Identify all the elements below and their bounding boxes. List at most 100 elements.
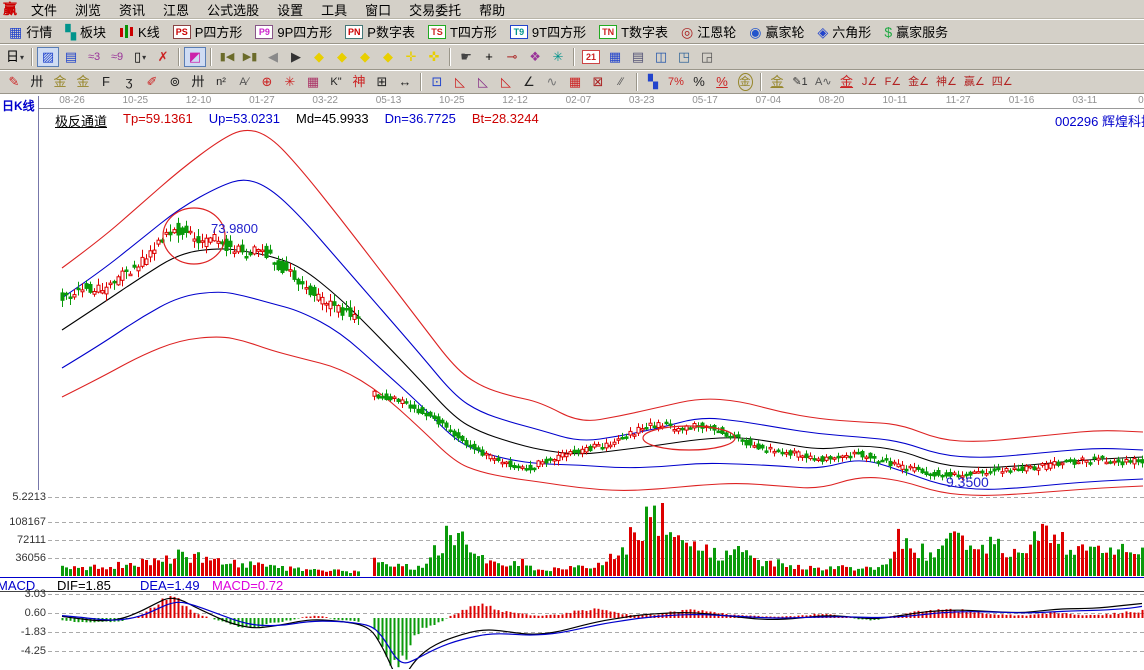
calendar-icon: 21	[582, 50, 600, 64]
menu-item-工具[interactable]: 工具	[312, 0, 356, 20]
toolbar-p9-square-button[interactable]: P99P四方形	[250, 22, 337, 42]
menu-item-文件[interactable]: 文件	[22, 0, 66, 20]
tool-remote-button[interactable]: ◲	[696, 47, 718, 67]
t-square-icon: TS	[428, 25, 446, 39]
tool-wave-3-button[interactable]: ≈3	[83, 47, 105, 67]
tool-wave-9-button[interactable]: ≈9	[106, 47, 128, 67]
tool-colored-kline-button[interactable]: ◩	[184, 47, 206, 67]
toolbar-kline-button[interactable]: K线	[114, 22, 165, 42]
draw-angle-a-button[interactable]: A∕	[233, 72, 255, 92]
menu-item-江恩[interactable]: 江恩	[154, 0, 198, 20]
menu-item-帮助[interactable]: 帮助	[470, 0, 514, 20]
toolbar-gann-wheel-button[interactable]: ◎江恩轮	[676, 22, 741, 42]
tool-zoom-out-x-button[interactable]: ◆	[354, 47, 376, 67]
tool-gann-tool-button[interactable]: ❖	[524, 47, 546, 67]
p-square-label: P四方形	[195, 22, 243, 41]
draw-stats-lines-button[interactable]: ▚	[642, 72, 664, 92]
draw-draw-pen-button[interactable]: ✎	[3, 72, 25, 92]
draw-gold-underline-button[interactable]: 金	[766, 72, 788, 92]
draw-fib-grid-button[interactable]: F	[95, 72, 117, 92]
toolbar-sectors-button[interactable]: ▚板块	[60, 22, 111, 42]
draw-k-lines-button[interactable]: K"	[325, 72, 347, 92]
tool-chart-pattern-button[interactable]: ▨	[37, 47, 59, 67]
draw-gold-circle-button[interactable]: 金	[734, 72, 756, 92]
draw-percent-7-button[interactable]: 7%	[665, 72, 687, 92]
draw-boxed-arrow-button[interactable]: ⊠	[587, 72, 609, 92]
tool-expand-all-button[interactable]: ✛	[400, 47, 422, 67]
toolbar-t-number-table-button[interactable]: TNT数字表	[594, 22, 673, 42]
tool-zoom-in-x-button[interactable]: ◆	[377, 47, 399, 67]
draw-percent-line-button[interactable]: %	[711, 72, 733, 92]
menu-item-浏览[interactable]: 浏览	[66, 0, 110, 20]
draw-box-ruler-button[interactable]: ⊡	[426, 72, 448, 92]
draw-a-wave-button[interactable]: A∿	[812, 72, 835, 92]
toolbar-t-square-button[interactable]: TST四方形	[423, 22, 502, 42]
menu-item-设置[interactable]: 设置	[268, 0, 312, 20]
menu-item-交易委托[interactable]: 交易委托	[400, 0, 470, 20]
draw-pen-ruler-button[interactable]: ✐	[141, 72, 163, 92]
draw-hash-lines-button[interactable]: 卅	[187, 72, 209, 92]
draw-angle-f-button[interactable]: F∠	[882, 72, 905, 92]
menu-item-公式选股[interactable]: 公式选股	[198, 0, 268, 20]
draw-fan-red-button[interactable]: ◺	[449, 72, 471, 92]
toolbar-winner-wheel-button[interactable]: ◉赢家轮	[744, 22, 809, 42]
draw-gold-red-button[interactable]: 金	[836, 72, 858, 92]
draw-angle-j-button[interactable]: J∠	[859, 72, 881, 92]
draw-spiderweb-button[interactable]: ✳	[279, 72, 301, 92]
toolbar-winner-service-button[interactable]: $赢家服务	[879, 22, 953, 42]
tool-hand-tool-button[interactable]: ☛	[455, 47, 477, 67]
draw-target-button[interactable]: ⊕	[256, 72, 278, 92]
draw-angle-shen-button[interactable]: 神∠	[933, 72, 960, 92]
tool-save-button[interactable]: ◫	[650, 47, 672, 67]
boxed-arrow-icon: ⊠	[593, 74, 604, 90]
draw-grid-123-button[interactable]: ⊞	[371, 72, 393, 92]
toolbar-t9-square-button[interactable]: T99T四方形	[505, 22, 591, 42]
tool-pan-left-button[interactable]: ◆	[308, 47, 330, 67]
draw-circle-ruler-button[interactable]: ⊚	[164, 72, 186, 92]
tool-step-forward-button[interactable]: ▶	[285, 47, 307, 67]
tool-step-back-button[interactable]: ◀	[262, 47, 284, 67]
draw-fan-boxed-purple-button[interactable]: ◺	[472, 72, 494, 92]
menu-item-资讯[interactable]: 资讯	[110, 0, 154, 20]
tool-notes-button[interactable]: ▤	[627, 47, 649, 67]
tool-pan-right-button[interactable]: ◆	[331, 47, 353, 67]
draw-spiral-button[interactable]: ʒ	[118, 72, 140, 92]
draw-parallels-button[interactable]: ∕∕	[610, 72, 632, 92]
draw-angle-gold-button[interactable]: 金∠	[905, 72, 932, 92]
draw-red-grid-button[interactable]: ▦	[564, 72, 586, 92]
draw-shen-tool-button[interactable]: 神	[348, 72, 370, 92]
draw-angle-win-button[interactable]: 赢∠	[961, 72, 988, 92]
tool-gann-man-button[interactable]: ✗	[152, 47, 174, 67]
draw-pen-1-button[interactable]: ✎1	[789, 72, 811, 92]
draw-width-arrows-button[interactable]: ↔	[394, 72, 416, 92]
draw-percent-button[interactable]: %	[688, 72, 710, 92]
tool-goto-last-button[interactable]: ▶▮	[239, 47, 261, 67]
draw-gold-grid-2-button[interactable]: 金	[72, 72, 94, 92]
tool-goto-first-button[interactable]: ▮◀	[216, 47, 238, 67]
draw-n-square-button[interactable]: n²	[210, 72, 232, 92]
draw-angle-lines-button[interactable]: ∠	[518, 72, 540, 92]
tool-net-view-button[interactable]: ◳	[673, 47, 695, 67]
tool-info-board-button[interactable]: ▤	[60, 47, 82, 67]
tool-web-tool-button[interactable]: ✳	[547, 47, 569, 67]
toolbar-hexagon-button[interactable]: ◈六角形	[813, 22, 877, 42]
toolbar-p-number-table-button[interactable]: PNP数字表	[340, 22, 420, 42]
draw-fan-boxed-red-button[interactable]: ◺	[495, 72, 517, 92]
indicator-name[interactable]: 极反通道	[55, 111, 107, 130]
draw-grid-lines-button[interactable]: 卅	[26, 72, 48, 92]
tool-candle-style-button[interactable]: ▯▾	[129, 47, 151, 67]
toolbar-p-square-button[interactable]: PSP四方形	[168, 22, 248, 42]
menu-item-窗口[interactable]: 窗口	[356, 0, 400, 20]
draw-angle-four-button[interactable]: 四∠	[989, 72, 1016, 92]
tool-period-day-button[interactable]: 日▾	[3, 47, 27, 67]
tool-calculator-button[interactable]: ▦	[604, 47, 626, 67]
tool-fit-all-button[interactable]: ✜	[423, 47, 445, 67]
toolbar-quotes-button[interactable]: ▦行情	[4, 22, 57, 42]
tool-calendar-button[interactable]: 21	[579, 47, 603, 67]
draw-gold-grid-1-button[interactable]: 金	[49, 72, 71, 92]
tool-crosshair-tool-button[interactable]: +	[478, 47, 500, 67]
tool-trendline-tool-button[interactable]: ⊸	[501, 47, 523, 67]
draw-boxed-web-button[interactable]: ▦	[302, 72, 324, 92]
indicator-value: Tp=59.1361	[123, 111, 193, 130]
draw-wave-v-button[interactable]: ∿	[541, 72, 563, 92]
